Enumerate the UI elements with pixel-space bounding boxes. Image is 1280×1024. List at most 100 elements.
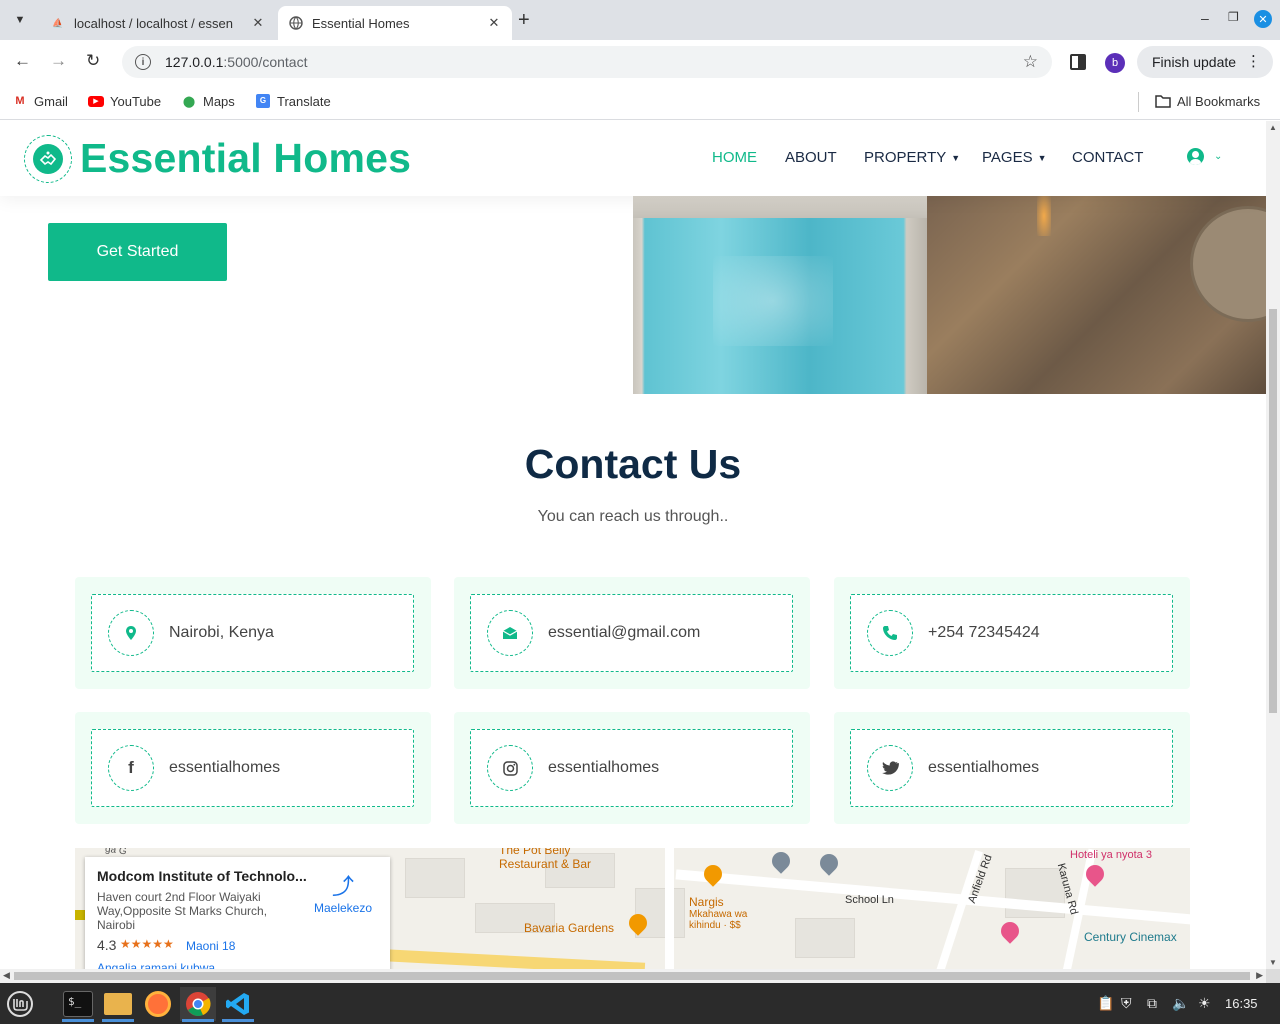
horizontal-scrollbar[interactable]: ◀ ▶ (0, 969, 1266, 983)
bookmark-gmail[interactable]: M Gmail (12, 93, 68, 109)
minimize-icon[interactable]: – (1201, 10, 1209, 26)
bookmark-translate[interactable]: G Translate (255, 93, 331, 109)
nav-property[interactable]: PROPERTY ▼ (864, 149, 960, 166)
profile-avatar[interactable]: b (1105, 53, 1125, 73)
contact-card-facebook: f essentialhomes (75, 712, 431, 824)
mint-menu-icon[interactable] (2, 987, 38, 1021)
forward-icon[interactable]: → (50, 51, 67, 71)
map-block (795, 918, 855, 958)
place-pin-icon[interactable] (816, 850, 842, 876)
bookmarks-bar: M Gmail ▶ YouTube ⬤ Maps G Translate All… (0, 84, 1280, 120)
contact-phone-text[interactable]: +254 72345424 (928, 624, 1040, 642)
firefox-icon[interactable] (140, 987, 176, 1021)
more-menu-icon[interactable]: ⋮ (1246, 52, 1261, 70)
map-highway (384, 949, 646, 969)
terminal-icon[interactable]: $_ (60, 987, 96, 1022)
contact-card-instagram: essentialhomes (454, 712, 810, 824)
tab-search-chevron-icon[interactable]: ▼ (8, 8, 32, 32)
scroll-down-icon[interactable]: ▼ (1269, 958, 1277, 967)
chevron-down-icon: ▼ (951, 152, 961, 163)
map-label-nargis: Nargis (689, 895, 724, 909)
nav-about[interactable]: ABOUT (785, 149, 837, 166)
nav-home[interactable]: HOME (712, 149, 757, 166)
tab-title: localhost / localhost / essen (74, 15, 233, 31)
nav-pages[interactable]: PAGES ▼ (982, 149, 1047, 166)
map-block (405, 858, 465, 898)
side-panel-icon[interactable] (1070, 54, 1086, 70)
tab-phpmyadmin[interactable]: ⛵ localhost / localhost / essen ✕ (40, 6, 276, 40)
folder-icon (1155, 93, 1171, 109)
clock[interactable]: 16:35 (1225, 996, 1258, 1011)
close-icon[interactable]: ✕ (486, 15, 502, 31)
map-reviews-link[interactable]: Maoni 18 (186, 939, 235, 953)
bookmark-star-icon[interactable]: ☆ (1023, 52, 1038, 72)
scroll-up-icon[interactable]: ▲ (1269, 123, 1277, 132)
hotel-pin-icon[interactable] (997, 918, 1023, 944)
bookmark-maps[interactable]: ⬤ Maps (181, 93, 235, 109)
map-directions-link[interactable]: Maelekezo (314, 901, 372, 915)
contact-facebook-text[interactable]: essentialhomes (169, 759, 280, 777)
contact-card-email: essential@gmail.com (454, 577, 810, 689)
map-road (675, 869, 1190, 925)
map-place-name[interactable]: Modcom Institute of Technolo... (97, 868, 307, 884)
chrome-icon[interactable] (180, 987, 216, 1022)
browser-toolbar: ← → ↻ i 127.0.0.1:5000/contact ☆ b Finis… (0, 40, 1280, 84)
bookmark-label: Maps (203, 93, 235, 109)
contact-email-text[interactable]: essential@gmail.com (548, 624, 700, 642)
address-bar[interactable]: i 127.0.0.1:5000/contact ☆ (122, 46, 1052, 78)
contact-title: Contact Us (524, 441, 742, 487)
vertical-scrollbar[interactable]: ▲ ▼ (1266, 121, 1280, 969)
site-info-icon[interactable]: i (135, 54, 151, 70)
brand-name[interactable]: Essential Homes (80, 135, 411, 182)
place-pin-icon[interactable] (768, 848, 794, 874)
scroll-right-icon[interactable]: ▶ (1256, 970, 1263, 981)
network-icon[interactable]: ⧉ (1147, 995, 1157, 1012)
bookmark-label: Translate (277, 93, 331, 109)
user-menu[interactable]: ⌄ (1187, 148, 1222, 165)
scroll-left-icon[interactable]: ◀ (3, 970, 10, 981)
contact-twitter-text[interactable]: essentialhomes (928, 759, 1039, 777)
instagram-icon[interactable] (487, 745, 533, 791)
maximize-icon[interactable]: ❐ (1228, 10, 1239, 24)
bookmark-youtube[interactable]: ▶ YouTube (88, 93, 161, 109)
page-viewport: Essential Homes HOME ABOUT PROPERTY ▼ PAG… (0, 121, 1266, 969)
clipboard-icon[interactable]: 📋 (1097, 995, 1114, 1012)
tab-essential-homes[interactable]: Essential Homes ✕ (278, 6, 512, 40)
reload-icon[interactable]: ↻ (86, 51, 100, 71)
map-larger-link[interactable]: Angalia ramani kubwa (97, 961, 215, 969)
nav-label: HOME (712, 149, 757, 166)
all-bookmarks-button[interactable]: All Bookmarks (1155, 93, 1260, 109)
get-started-button[interactable]: Get Started (48, 223, 227, 281)
phone-icon (867, 610, 913, 656)
files-icon[interactable] (100, 987, 136, 1022)
location-pin-icon (108, 610, 154, 656)
vscode-icon[interactable] (220, 987, 256, 1022)
active-indicator (102, 1019, 134, 1022)
close-window-icon[interactable]: ✕ (1254, 10, 1272, 28)
nav-contact[interactable]: CONTACT (1072, 149, 1143, 166)
back-icon[interactable]: ← (14, 51, 31, 71)
facebook-icon[interactable]: f (108, 745, 154, 791)
bookmark-label: YouTube (110, 93, 162, 109)
volume-icon[interactable]: 🔈 (1172, 995, 1189, 1012)
map-label-nargis-sub: Mkahawa wa kihindu · $$ (689, 909, 748, 931)
envelope-icon (487, 610, 533, 656)
contact-card-phone: +254 72345424 (834, 577, 1190, 689)
shield-icon[interactable]: ⛨ (1121, 995, 1132, 1012)
close-icon[interactable]: ✕ (250, 15, 266, 31)
finish-update-button[interactable]: Finish update ⋮ (1137, 46, 1273, 78)
site-header: Essential Homes HOME ABOUT PROPERTY ▼ PAG… (0, 121, 1266, 196)
brand-logo-icon[interactable] (24, 135, 72, 183)
nav-label: PROPERTY (864, 149, 947, 166)
active-indicator (62, 1019, 94, 1022)
embedded-map[interactable]: The Pot Belly Restaurant & Bar Nargis Mka… (75, 848, 1190, 969)
scroll-thumb[interactable] (14, 972, 1250, 980)
map-label-century: Century Cinemax (1084, 930, 1177, 944)
brightness-icon[interactable]: ☀ (1198, 995, 1211, 1012)
contact-card-twitter: essentialhomes (834, 712, 1190, 824)
twitter-icon[interactable] (867, 745, 913, 791)
contact-instagram-text[interactable]: essentialhomes (548, 759, 659, 777)
directions-icon[interactable]: ⤴ (332, 869, 354, 901)
scroll-thumb[interactable] (1269, 309, 1277, 713)
new-tab-icon[interactable]: + (518, 9, 530, 32)
